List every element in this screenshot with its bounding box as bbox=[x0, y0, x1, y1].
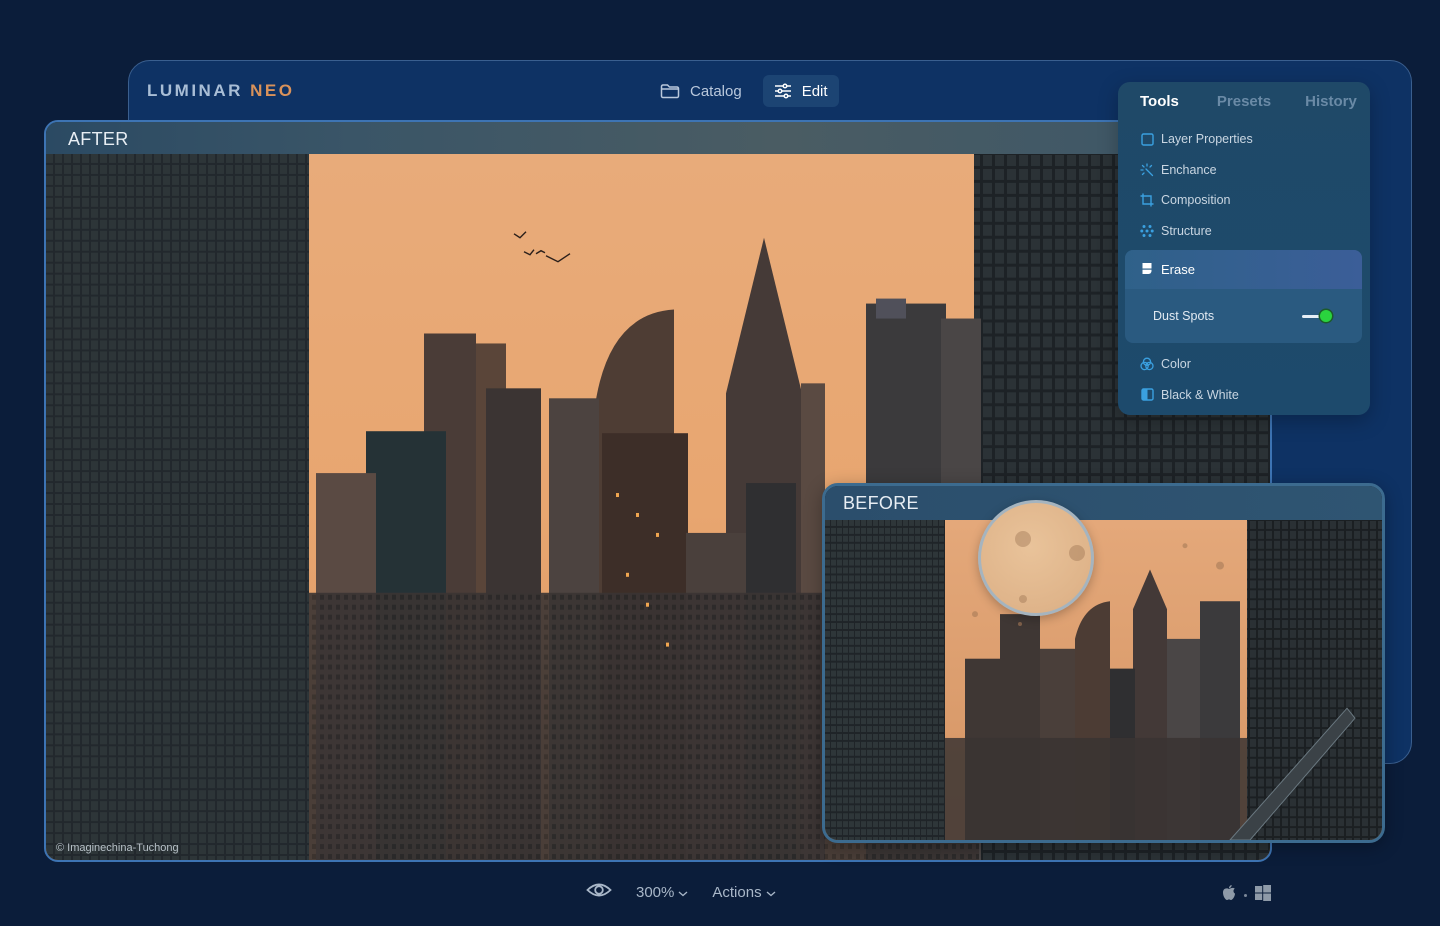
sliders-icon bbox=[774, 83, 792, 99]
logo-secondary: NEO bbox=[250, 81, 295, 100]
catalog-button[interactable]: Catalog bbox=[649, 75, 753, 107]
view-toggle-button[interactable] bbox=[586, 882, 612, 902]
tool-label: Composition bbox=[1161, 193, 1231, 208]
dust-spots-label: Dust Spots bbox=[1153, 309, 1215, 323]
before-photo[interactable] bbox=[825, 520, 1382, 840]
tool-black-white[interactable]: Black & White bbox=[1118, 380, 1370, 411]
tool-composition[interactable]: Composition bbox=[1118, 185, 1370, 216]
tool-layer-properties[interactable]: Layer Properties bbox=[1118, 124, 1370, 155]
layer-square-icon bbox=[1140, 132, 1154, 146]
logo-primary: LUMINAR bbox=[147, 81, 243, 100]
top-nav: Catalog Edit bbox=[649, 75, 839, 107]
sparkle-icon bbox=[1140, 163, 1154, 177]
actions-dropdown[interactable]: Actions bbox=[712, 883, 776, 901]
tool-label: Structure bbox=[1161, 223, 1212, 238]
folder-icon bbox=[660, 83, 680, 99]
bottom-toolbar: 300% Actions bbox=[586, 882, 776, 902]
structure-dots-icon bbox=[1140, 224, 1154, 238]
actions-label: Actions bbox=[712, 883, 762, 901]
erase-tool-group: Erase Dust Spots bbox=[1125, 250, 1362, 343]
half-square-icon bbox=[1140, 388, 1154, 402]
tab-history[interactable]: History bbox=[1305, 93, 1357, 110]
tab-presets[interactable]: Presets bbox=[1217, 93, 1271, 110]
windows-icon bbox=[1255, 884, 1271, 906]
dust-spot bbox=[1015, 531, 1031, 547]
tools-panel: Tools Presets History Layer Properties E… bbox=[1118, 82, 1370, 415]
after-panel-header: AFTER bbox=[46, 122, 1270, 154]
chevron-down-icon bbox=[766, 884, 776, 901]
tab-tools[interactable]: Tools bbox=[1140, 93, 1179, 110]
zoom-level: 300% bbox=[636, 883, 675, 901]
apple-icon bbox=[1222, 884, 1236, 906]
before-panel-header: BEFORE bbox=[825, 486, 1382, 520]
tool-list: Layer Properties Enchance Composition St… bbox=[1118, 120, 1370, 410]
tool-label: Color bbox=[1161, 357, 1191, 372]
photo-credit: © Imaginechina-Tuchong bbox=[56, 842, 179, 854]
dust-spots-toggle[interactable] bbox=[1302, 309, 1334, 323]
before-image-panel: BEFORE bbox=[822, 483, 1385, 843]
magnifier-loupe[interactable] bbox=[978, 500, 1094, 616]
tool-enhance[interactable]: Enchance bbox=[1118, 155, 1370, 186]
before-label: BEFORE bbox=[843, 493, 919, 513]
dust-spot bbox=[1069, 545, 1085, 561]
dust-spot bbox=[1019, 595, 1027, 603]
dust-spots-row: Dust Spots bbox=[1125, 289, 1362, 343]
toggle-knob bbox=[1320, 310, 1332, 322]
color-circles-icon bbox=[1140, 357, 1154, 371]
catalog-label: Catalog bbox=[690, 82, 742, 100]
separator-dot bbox=[1244, 893, 1247, 897]
tool-label: Layer Properties bbox=[1161, 132, 1253, 147]
tool-label: Enchance bbox=[1161, 162, 1217, 177]
tool-structure[interactable]: Structure bbox=[1118, 216, 1370, 247]
city-skyline-photo-before bbox=[825, 520, 1382, 840]
crop-icon bbox=[1140, 193, 1154, 207]
platform-icons bbox=[1222, 884, 1271, 906]
after-label: AFTER bbox=[68, 129, 129, 149]
chevron-down-icon bbox=[678, 884, 688, 901]
app-logo: LUMINAR NEO bbox=[147, 81, 294, 101]
tool-erase[interactable]: Erase bbox=[1125, 250, 1362, 289]
edit-label: Edit bbox=[801, 82, 828, 100]
eye-icon bbox=[586, 882, 612, 902]
edit-button[interactable]: Edit bbox=[762, 75, 839, 107]
eraser-icon bbox=[1141, 262, 1153, 278]
zoom-dropdown[interactable]: 300% bbox=[636, 884, 688, 901]
erase-label: Erase bbox=[1161, 262, 1195, 277]
tool-label: Black & White bbox=[1161, 387, 1239, 402]
panel-tabs: Tools Presets History bbox=[1118, 82, 1370, 120]
tool-color[interactable]: Color bbox=[1118, 349, 1370, 380]
